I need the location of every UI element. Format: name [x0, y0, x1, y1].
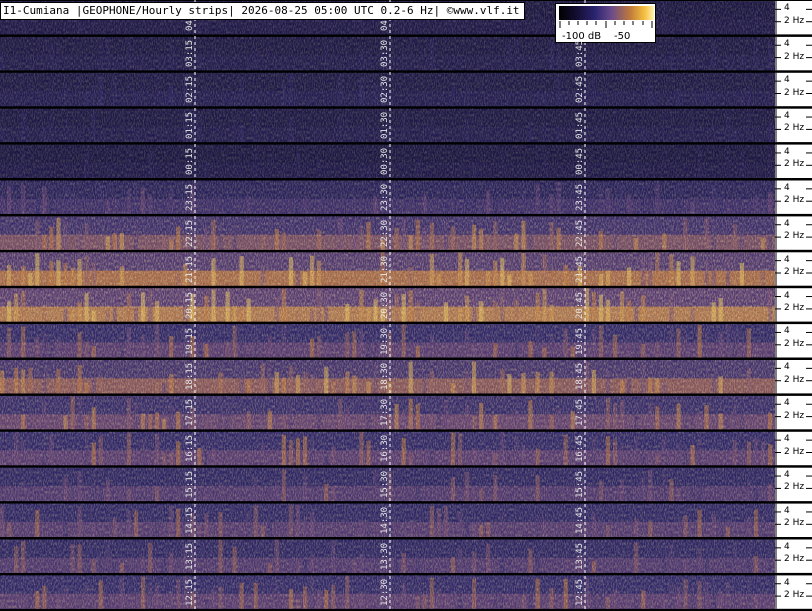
spectrogram-plot	[0, 0, 812, 611]
time-label: 02:30	[380, 76, 390, 104]
frequency-tick-label: 4	[784, 505, 790, 516]
colorbar-ticks	[559, 21, 653, 28]
frequency-tick-label: 4	[784, 254, 790, 265]
time-label: 19:15	[185, 327, 195, 355]
time-label: 16:15	[185, 435, 195, 463]
time-label: 15:45	[575, 471, 585, 499]
frequency-tick-label: 4	[784, 398, 790, 409]
frequency-tick-label: 2 Hz	[784, 446, 805, 457]
time-label: 23:45	[575, 183, 585, 211]
time-label: 22:30	[380, 219, 390, 247]
frequency-tick-label: 2 Hz	[784, 15, 805, 26]
time-label: 20:45	[575, 291, 585, 319]
time-label: 02:45	[575, 76, 585, 104]
frequency-tick-label: 2 Hz	[784, 518, 805, 529]
frequency-tick-label: 4	[784, 326, 790, 337]
frequency-tick-label: 4	[784, 218, 790, 229]
time-label: 21:15	[185, 255, 195, 283]
frequency-tick-label: 2 Hz	[784, 123, 805, 134]
time-label: 19:45	[575, 327, 585, 355]
time-label: 01:15	[185, 112, 195, 140]
time-label: 14:30	[380, 506, 390, 534]
frequency-tick-label: 2 Hz	[784, 482, 805, 493]
time-label: 14:15	[185, 506, 195, 534]
time-label: 13:30	[380, 542, 390, 570]
frequency-tick-label: 2 Hz	[784, 87, 805, 98]
time-label: 00:30	[380, 147, 390, 175]
time-label: 12:45	[575, 578, 585, 606]
time-label: 18:30	[380, 363, 390, 391]
frequency-tick-label: 4	[784, 541, 790, 552]
frequency-tick-label: 2 Hz	[784, 338, 805, 349]
time-label: 20:15	[185, 291, 195, 319]
time-label: 12:15	[185, 578, 195, 606]
frequency-tick-label: 4	[784, 146, 790, 157]
time-label: 13:15	[185, 542, 195, 570]
frequency-tick-label: 2 Hz	[784, 374, 805, 385]
frequency-tick-label: 2 Hz	[784, 231, 805, 242]
frequency-tick-label: 2 Hz	[784, 51, 805, 62]
time-label: 12:30	[380, 578, 390, 606]
time-label: 13:45	[575, 542, 585, 570]
time-label: 17:15	[185, 399, 195, 427]
frequency-tick-label: 4	[784, 434, 790, 445]
time-label: 22:15	[185, 219, 195, 247]
time-label: 17:30	[380, 399, 390, 427]
time-label: 18:45	[575, 363, 585, 391]
time-label: 23:15	[185, 183, 195, 211]
frequency-tick-label: 4	[784, 39, 790, 50]
frequency-tick-label: 4	[784, 75, 790, 86]
time-label: 01:30	[380, 112, 390, 140]
frequency-tick-label: 2 Hz	[784, 267, 805, 277]
frequency-tick-label: 2 Hz	[784, 159, 805, 170]
frequency-tick-label: 4	[784, 111, 790, 122]
frequency-tick-label: 2 Hz	[784, 590, 805, 601]
time-label: 03:45	[575, 40, 585, 68]
frequency-tick-label: 2 Hz	[784, 302, 805, 313]
time-label: 03:30	[380, 40, 390, 68]
colorbar-max-label: -50	[614, 31, 631, 42]
time-label: 20:30	[380, 291, 390, 319]
color-legend: -100 dB -50	[555, 3, 656, 43]
time-label: 18:15	[185, 363, 195, 391]
time-label: 19:30	[380, 327, 390, 355]
time-label: 21:30	[380, 255, 390, 283]
time-label: 00:45	[575, 147, 585, 175]
chart-title: I1-Cumiana |GEOPHONE/Hourly strips| 2026…	[0, 2, 525, 20]
time-label: 21:45	[575, 255, 585, 283]
time-label: 03:15	[185, 40, 195, 68]
time-label: 00:15	[185, 147, 195, 175]
spectrogram-stage: I1-Cumiana |GEOPHONE/Hourly strips| 2026…	[0, 0, 812, 611]
colorbar-gradient	[559, 6, 654, 20]
frequency-tick-label: 2 Hz	[784, 410, 805, 421]
time-label: 04	[185, 20, 195, 32]
frequency-tick-label: 4	[784, 577, 790, 588]
time-label: 02:15	[185, 76, 195, 104]
time-label: 15:30	[380, 471, 390, 499]
time-label: 01:45	[575, 112, 585, 140]
time-label: 16:45	[575, 435, 585, 463]
time-label: 15:15	[185, 471, 195, 499]
time-label: 16:30	[380, 435, 390, 463]
time-label: 22:45	[575, 219, 585, 247]
frequency-tick-label: 2 Hz	[784, 554, 805, 565]
frequency-tick-label: 4	[784, 3, 790, 14]
frequency-tick-label: 4	[784, 362, 790, 373]
frequency-tick-label: 2 Hz	[784, 195, 805, 206]
time-label: 17:45	[575, 399, 585, 427]
time-label: 23:30	[380, 183, 390, 211]
time-label: 14:45	[575, 506, 585, 534]
frequency-tick-label: 4	[784, 182, 790, 193]
time-label: 04	[380, 20, 390, 32]
frequency-tick-label: 4	[784, 470, 790, 481]
frequency-tick-label: 4	[784, 290, 790, 301]
